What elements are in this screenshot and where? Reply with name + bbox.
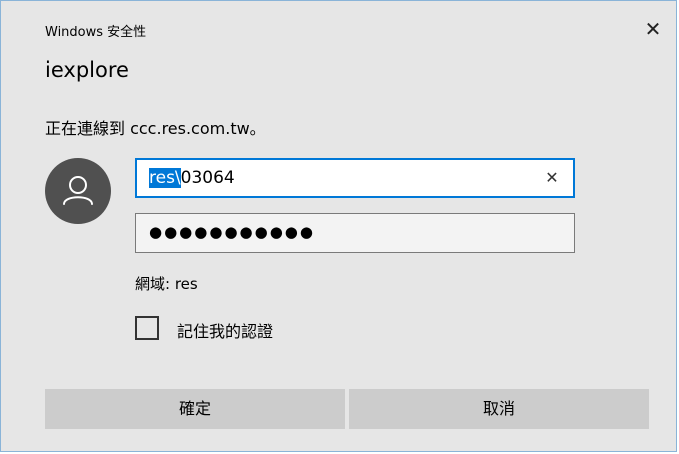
close-icon[interactable]: ✕	[641, 17, 665, 41]
user-icon	[45, 158, 111, 224]
remember-checkbox[interactable]	[135, 316, 159, 340]
clear-icon[interactable]: ✕	[541, 166, 563, 190]
security-title: Windows 安全性	[45, 25, 147, 40]
username-value: res\03064	[149, 168, 235, 188]
ok-button[interactable]: 確定	[45, 389, 345, 429]
remember-label[interactable]: 記住我的認證	[177, 318, 273, 342]
username-input[interactable]: res\03064 ✕	[135, 158, 575, 198]
username-selected-text: res\	[149, 168, 181, 188]
credential-dialog: Windows 安全性 ✕ iexplore 正在連線到 ccc.res.com…	[0, 0, 677, 452]
password-mask: ●●●●●●●●●●●	[149, 223, 315, 241]
connection-message: 正在連線到 ccc.res.com.tw。	[45, 119, 266, 138]
domain-label: 網域: res	[135, 275, 198, 293]
cancel-button[interactable]: 取消	[349, 389, 649, 429]
password-input[interactable]: ●●●●●●●●●●●	[135, 213, 575, 253]
username-rest-text: 03064	[180, 168, 235, 188]
app-title: iexplore	[45, 58, 129, 82]
